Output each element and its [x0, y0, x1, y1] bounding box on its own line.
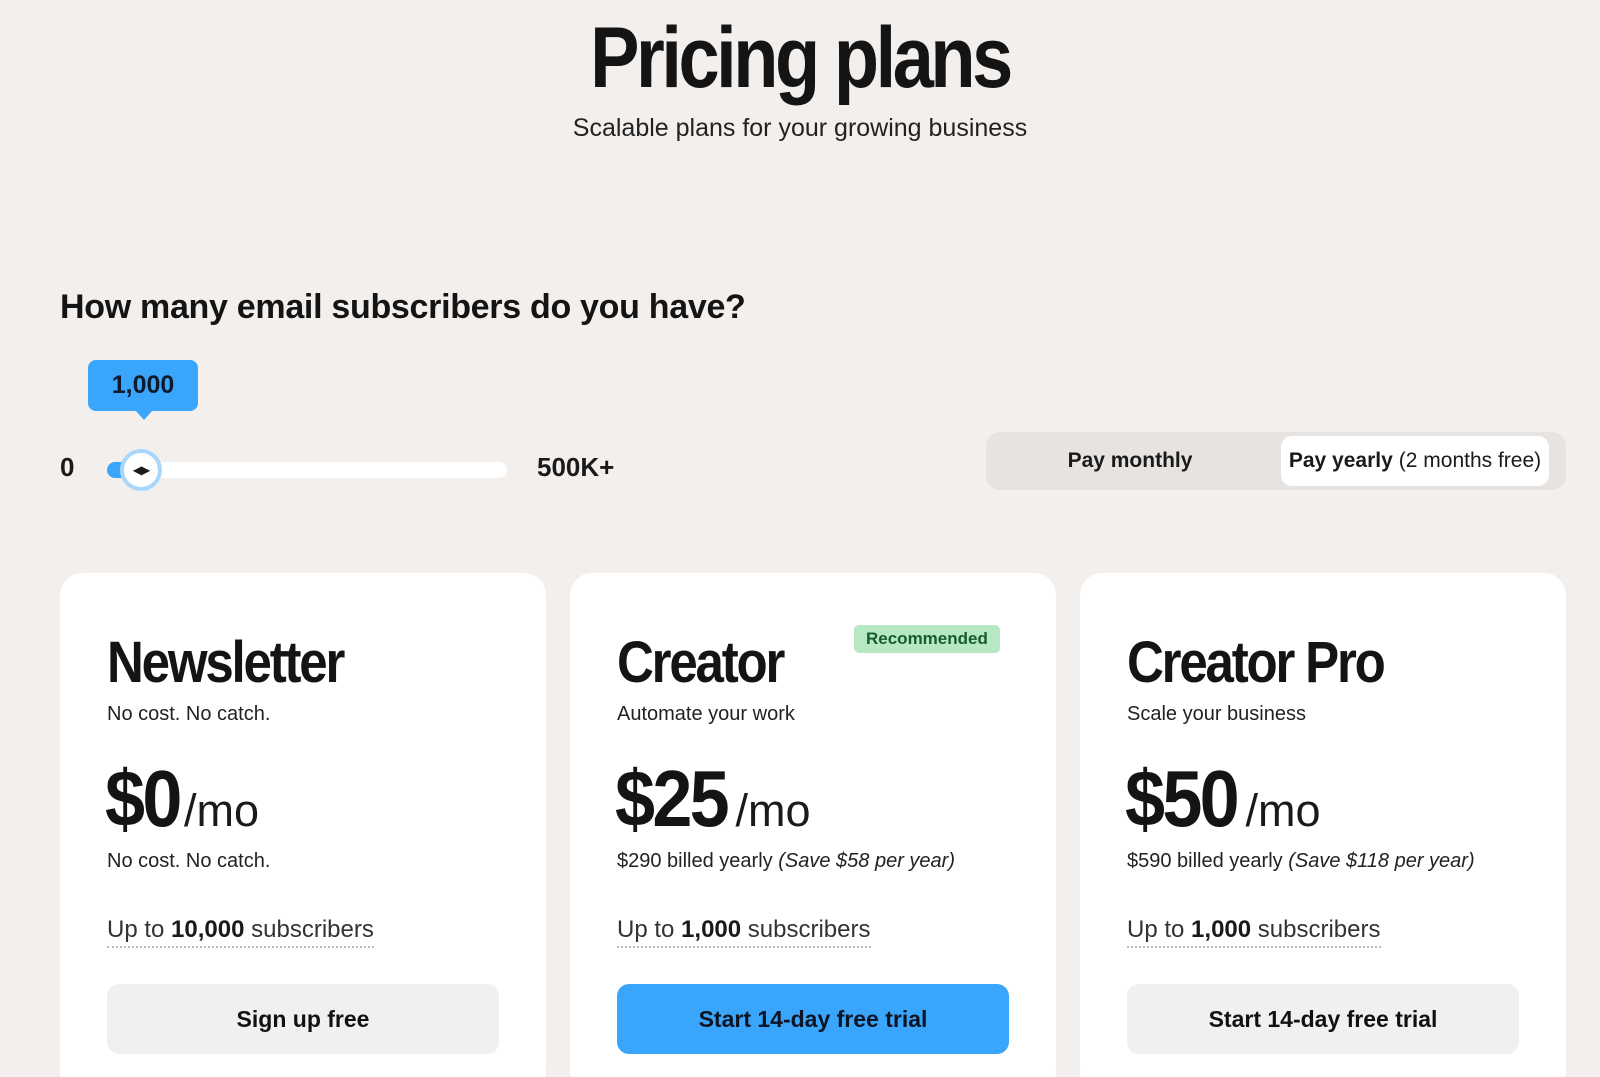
- subs-suffix: subscribers: [1257, 916, 1381, 943]
- start-trial-button[interactable]: Start 14-day free trial: [617, 984, 1009, 1054]
- subs-count: 1,000: [681, 916, 742, 943]
- plan-tagline: Scale your business: [1127, 703, 1306, 725]
- pay-yearly-label: Pay yearly: [1288, 449, 1393, 472]
- plan-card-newsletter: Newsletter No cost. No catch. $0 /mo No …: [60, 573, 546, 1077]
- subs-prefix: Up to: [1127, 916, 1185, 943]
- left-right-arrows-icon: ◀▶: [132, 463, 150, 477]
- page-title: Pricing plans: [590, 10, 1013, 106]
- pricing-page: Pricing plans Scalable plans for your gr…: [0, 0, 1600, 1077]
- subs-prefix: Up to: [107, 916, 165, 943]
- plan-tagline: Automate your work: [617, 703, 795, 725]
- subscriber-slider-thumb[interactable]: ◀▶: [120, 449, 162, 491]
- price-amount: $50: [1125, 754, 1240, 843]
- slider-max-label: 500K+: [537, 452, 615, 482]
- subscriber-limit: Up to 1,000 subscribers: [1127, 916, 1381, 948]
- billed-text: $290 billed yearly: [617, 850, 773, 872]
- pay-monthly-option[interactable]: Pay monthly: [990, 436, 1270, 486]
- plan-name: Creator: [617, 630, 785, 695]
- price-amount: $25: [615, 754, 730, 843]
- savings-text: (Save $58 per year): [778, 850, 955, 872]
- subscriber-limit: Up to 10,000 subscribers: [107, 916, 374, 948]
- plan-tagline: No cost. No catch.: [107, 703, 271, 725]
- price-unit: /mo: [1245, 785, 1321, 836]
- slider-value-bubble: 1,000: [88, 360, 198, 420]
- price-unit: /mo: [735, 785, 811, 836]
- subs-count: 10,000: [171, 916, 245, 943]
- hero: Pricing plans Scalable plans for your gr…: [0, 8, 1600, 143]
- billing-toggle: Pay monthly Pay yearly (2 months free): [986, 432, 1566, 490]
- slider-min-label: 0: [60, 452, 75, 482]
- plan-name: Creator Pro: [1127, 630, 1386, 695]
- start-trial-button[interactable]: Start 14-day free trial: [1127, 984, 1519, 1054]
- pay-yearly-option[interactable]: Pay yearly (2 months free): [1281, 436, 1549, 486]
- subs-prefix: Up to: [617, 916, 675, 943]
- page-subtitle: Scalable plans for your growing business: [572, 114, 1028, 142]
- savings-text: (Save $118 per year): [1288, 850, 1475, 872]
- billing-note: $590 billed yearly (Save $118 per year): [1127, 850, 1475, 873]
- billing-note: $290 billed yearly (Save $58 per year): [617, 850, 955, 873]
- subs-suffix: subscribers: [747, 916, 871, 943]
- subscriber-slider-track[interactable]: [107, 462, 507, 478]
- plan-price: $25 /mo: [615, 753, 811, 845]
- price-unit: /mo: [183, 785, 259, 836]
- subscriber-limit: Up to 1,000 subscribers: [617, 916, 871, 948]
- price-amount: $0: [105, 754, 182, 843]
- recommended-badge: Recommended: [854, 625, 1000, 653]
- subs-count: 1,000: [1191, 916, 1252, 943]
- plan-card-creator: Creator Recommended Automate your work $…: [570, 573, 1056, 1077]
- plan-price: $50 /mo: [1125, 753, 1321, 845]
- subscriber-question: How many email subscribers do you have?: [60, 288, 746, 326]
- sign-up-free-button[interactable]: Sign up free: [107, 984, 499, 1054]
- billing-note: No cost. No catch.: [107, 850, 270, 873]
- plan-card-creator-pro: Creator Pro Scale your business $50 /mo …: [1080, 573, 1566, 1077]
- billed-text: $590 billed yearly: [1127, 850, 1283, 872]
- plan-price: $0 /mo: [105, 753, 259, 845]
- subs-suffix: subscribers: [251, 916, 374, 943]
- plan-name: Newsletter: [107, 630, 345, 695]
- pay-yearly-note: (2 months free): [1398, 449, 1542, 472]
- billed-text: No cost. No catch.: [107, 850, 271, 872]
